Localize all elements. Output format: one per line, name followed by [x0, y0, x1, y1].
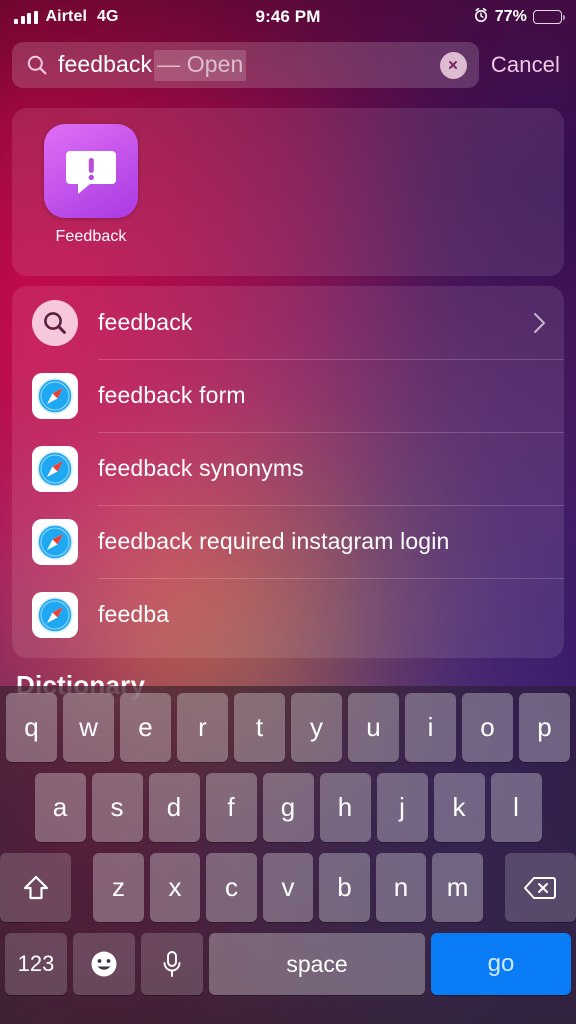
- key-a[interactable]: a: [34, 773, 86, 842]
- app-results-card: Feedback: [12, 108, 564, 276]
- key-i[interactable]: i: [405, 693, 456, 762]
- chevron-right-icon: [532, 311, 548, 335]
- shift-key[interactable]: [0, 853, 72, 922]
- backspace-key[interactable]: [504, 853, 576, 922]
- network-type-label: 4G: [97, 8, 119, 25]
- key-p[interactable]: p: [519, 693, 570, 762]
- backspace-delete-icon: [523, 875, 557, 901]
- search-input[interactable]: feedback — Open: [12, 42, 479, 88]
- key-f[interactable]: f: [205, 773, 257, 842]
- key-v[interactable]: v: [262, 853, 314, 922]
- key-t[interactable]: t: [234, 693, 285, 762]
- clock-label: 9:46 PM: [255, 7, 321, 26]
- spotlight-search-screen: Airtel 4G 9:46 PM 77% feedback — Open Ca…: [0, 0, 576, 1024]
- key-z[interactable]: z: [93, 853, 144, 922]
- keyboard-row-1: q w e r t y u i o p: [0, 693, 576, 762]
- app-result-feedback[interactable]: Feedback: [36, 124, 146, 246]
- search-text: feedback — Open: [58, 49, 430, 81]
- keyboard: q w e r t y u i o p a s d f g h j k l z …: [0, 686, 576, 1024]
- shift-arrow-icon: [21, 873, 51, 903]
- dictation-key[interactable]: [141, 933, 203, 995]
- key-e[interactable]: e: [120, 693, 171, 762]
- status-bar-right: 77%: [320, 7, 566, 28]
- search-completion-text: — Open: [154, 49, 247, 81]
- key-r[interactable]: r: [177, 693, 228, 762]
- key-m[interactable]: m: [432, 853, 483, 922]
- suggestion-label: feedback form: [98, 382, 246, 408]
- feedback-speech-bubble-icon: [44, 124, 138, 218]
- search-query-text: feedback: [58, 50, 153, 77]
- emoji-smiley-icon: [89, 949, 119, 979]
- keyboard-row-3: z x c v b n m: [0, 853, 576, 922]
- suggestion-row-safari-1[interactable]: feedback form: [12, 359, 564, 432]
- search-circle-icon: [32, 299, 78, 346]
- suggestions-card: feedback feedback form feedback synonyms…: [12, 286, 564, 658]
- battery-icon: [533, 10, 566, 24]
- go-key[interactable]: go: [431, 933, 571, 995]
- key-g[interactable]: g: [262, 773, 314, 842]
- safari-icon: [32, 445, 78, 492]
- suggestion-label: feedback required instagram login: [98, 528, 450, 554]
- keyboard-row-2: a s d f g h j k l: [0, 773, 576, 842]
- key-w[interactable]: w: [63, 693, 114, 762]
- suggestion-label: feedback: [98, 309, 193, 335]
- key-u[interactable]: u: [348, 693, 399, 762]
- key-x[interactable]: x: [149, 853, 201, 922]
- battery-percent-label: 77%: [494, 8, 528, 25]
- key-q[interactable]: q: [6, 693, 57, 762]
- safari-icon: [32, 372, 78, 419]
- suggestion-label: feedba: [98, 601, 170, 627]
- suggestion-label: feedback synonyms: [98, 455, 304, 481]
- clear-search-button[interactable]: [439, 51, 467, 79]
- numbers-key[interactable]: 123: [5, 933, 67, 995]
- suggestion-row-safari-3[interactable]: feedback required instagram login: [12, 505, 564, 578]
- key-c[interactable]: c: [206, 853, 257, 922]
- key-l[interactable]: l: [490, 773, 542, 842]
- safari-icon: [32, 518, 78, 565]
- microphone-icon: [159, 949, 185, 979]
- key-o[interactable]: o: [462, 693, 513, 762]
- signal-bars-icon: [14, 10, 38, 24]
- status-bar-center: 9:46 PM: [256, 7, 321, 27]
- key-b[interactable]: b: [319, 853, 370, 922]
- alarm-clock-icon: [473, 7, 489, 28]
- safari-icon: [32, 591, 78, 638]
- key-s[interactable]: s: [91, 773, 143, 842]
- key-n[interactable]: n: [375, 853, 427, 922]
- suggestion-row-search[interactable]: feedback: [12, 286, 564, 359]
- keyboard-row-4: 123 space go: [0, 933, 576, 995]
- key-k[interactable]: k: [433, 773, 485, 842]
- emoji-key[interactable]: [73, 933, 135, 995]
- key-y[interactable]: y: [291, 693, 342, 762]
- search-bar-row: feedback — Open Cancel: [0, 41, 576, 89]
- app-grid: Feedback: [12, 108, 564, 246]
- suggestion-row-safari-2[interactable]: feedback synonyms: [12, 432, 564, 505]
- magnifying-glass-icon: [26, 54, 48, 76]
- status-bar-left: Airtel 4G: [14, 8, 256, 26]
- key-h[interactable]: h: [319, 773, 371, 842]
- cancel-button[interactable]: Cancel: [489, 52, 564, 78]
- key-d[interactable]: d: [148, 773, 200, 842]
- status-bar: Airtel 4G 9:46 PM 77%: [0, 0, 576, 34]
- suggestion-row-safari-4[interactable]: feedba: [12, 578, 564, 651]
- key-j[interactable]: j: [376, 773, 428, 842]
- app-label: Feedback: [55, 228, 127, 245]
- carrier-label: Airtel: [45, 8, 87, 25]
- space-key[interactable]: space: [209, 933, 425, 995]
